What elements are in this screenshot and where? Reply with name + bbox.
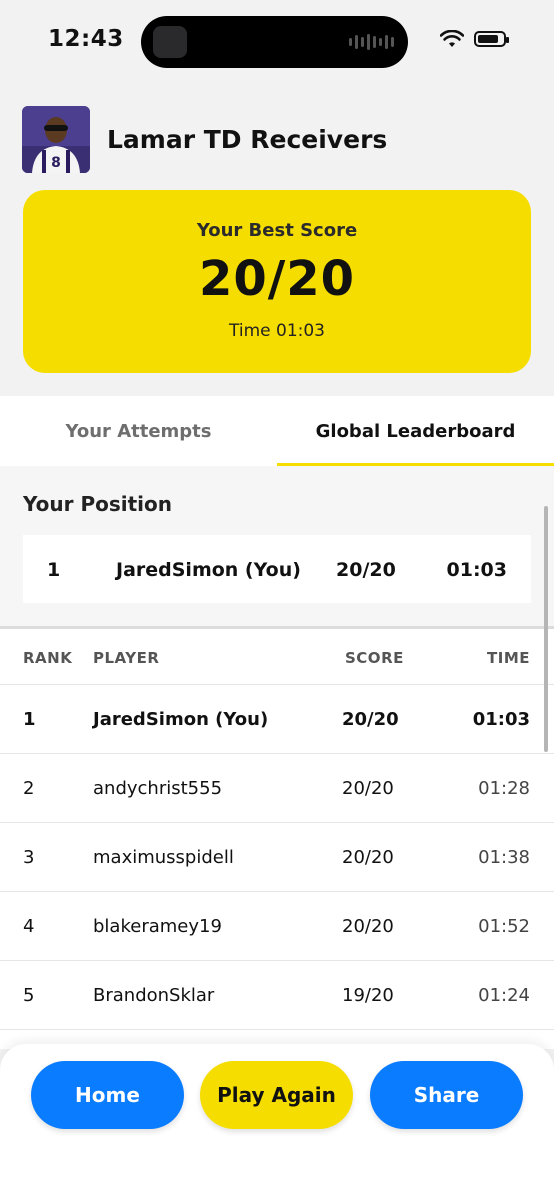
quiz-header: 8 Lamar TD Receivers — [22, 106, 387, 173]
quiz-title: Lamar TD Receivers — [107, 125, 388, 154]
status-icons — [440, 30, 509, 48]
tab-your-attempts[interactable]: Your Attempts — [0, 396, 277, 466]
scrollbar[interactable] — [544, 506, 548, 752]
column-player: PLAYER — [93, 649, 160, 667]
row-player: BrandonSklar — [93, 985, 215, 1006]
table-row[interactable]: 3 maximusspidell 20/20 01:38 — [0, 823, 554, 892]
home-button[interactable]: Home — [31, 1061, 184, 1129]
row-rank: 5 — [23, 985, 35, 1006]
table-row[interactable]: 4 blakeramey19 20/20 01:52 — [0, 892, 554, 961]
row-time: 01:03 — [472, 709, 530, 730]
your-position-title: Your Position — [23, 492, 173, 516]
your-position-player: JaredSimon (You) — [116, 559, 301, 581]
row-time: 01:24 — [478, 985, 530, 1006]
quiz-avatar: 8 — [22, 106, 90, 173]
your-position-row: 1 JaredSimon (You) 20/20 01:03 — [23, 535, 531, 603]
status-bar: 12:43 — [0, 0, 554, 84]
row-score: 20/20 — [342, 778, 394, 799]
row-score: 19/20 — [342, 985, 394, 1006]
row-score: 20/20 — [342, 916, 394, 937]
svg-text:8: 8 — [51, 155, 61, 171]
table-row[interactable]: 5 BrandonSklar 19/20 01:24 — [0, 961, 554, 1030]
leaderboard-table: RANK PLAYER SCORE TIME 1 JaredSimon (You… — [0, 629, 554, 1049]
row-score: 20/20 — [342, 709, 399, 730]
share-button[interactable]: Share — [370, 1061, 523, 1129]
battery-icon — [474, 31, 509, 47]
row-time: 01:52 — [478, 916, 530, 937]
your-position-rank: 1 — [47, 559, 61, 581]
leaderboard-header: RANK PLAYER SCORE TIME — [0, 629, 554, 685]
your-position-score: 20/20 — [336, 559, 396, 581]
dynamic-island — [141, 16, 408, 68]
best-score-label: Your Best Score — [196, 220, 358, 241]
status-time: 12:43 — [48, 26, 124, 52]
row-rank: 3 — [23, 847, 35, 868]
row-player: JaredSimon (You) — [93, 709, 269, 730]
row-rank: 2 — [23, 778, 35, 799]
player-illustration: 8 — [22, 106, 90, 173]
your-position-section: Your Position 1 JaredSimon (You) 20/20 0… — [0, 466, 554, 628]
row-time: 01:38 — [478, 847, 530, 868]
wifi-icon — [440, 30, 464, 47]
table-row[interactable]: 2 andychrist555 20/20 01:28 — [0, 754, 554, 823]
now-playing-thumbnail — [153, 26, 187, 58]
best-score-value: 20/20 — [198, 251, 356, 307]
tab-global-leaderboard[interactable]: Global Leaderboard — [277, 396, 554, 466]
row-player: andychrist555 — [93, 778, 223, 799]
row-player: maximusspidell — [93, 847, 234, 868]
table-row[interactable]: 1 JaredSimon (You) 20/20 01:03 — [0, 685, 554, 754]
audio-waveform-icon — [349, 34, 394, 50]
row-score: 20/20 — [342, 847, 394, 868]
row-player: blakeramey19 — [93, 916, 222, 937]
column-rank: RANK — [23, 649, 73, 667]
tab-bar: Your Attempts Global Leaderboard — [0, 396, 554, 466]
your-position-time: 01:03 — [446, 559, 507, 581]
row-rank: 4 — [23, 916, 35, 937]
best-score-time: Time 01:03 — [229, 321, 325, 341]
play-again-button[interactable]: Play Again — [200, 1061, 353, 1129]
best-score-card: Your Best Score 20/20 Time 01:03 — [23, 190, 531, 373]
column-time: TIME — [487, 649, 530, 667]
row-time: 01:28 — [478, 778, 530, 799]
row-rank: 1 — [23, 709, 36, 730]
column-score: SCORE — [345, 649, 404, 667]
bottom-action-bar: Home Play Again Share — [0, 1044, 554, 1200]
